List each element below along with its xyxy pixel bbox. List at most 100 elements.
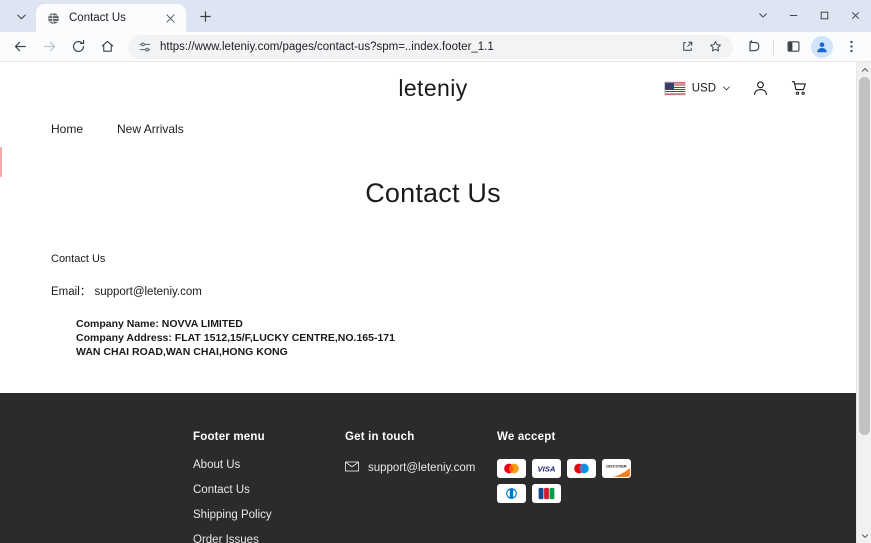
- company-address-line-1: Company Address: FLAT 1512,15/F,LUCKY CE…: [76, 331, 862, 345]
- bookmark-button[interactable]: [705, 37, 725, 57]
- contact-heading: Contact Us: [51, 253, 862, 265]
- tab-title: Contact Us: [69, 12, 154, 24]
- email-value[interactable]: support@leteniy.com: [94, 286, 201, 298]
- account-button[interactable]: [751, 79, 770, 98]
- url-text: https://www.leteniy.com/pages/contact-us…: [160, 41, 669, 53]
- close-icon: [166, 14, 175, 23]
- svg-text:VISA: VISA: [538, 465, 556, 474]
- footer-link-about-us[interactable]: About Us: [193, 459, 345, 471]
- envelope-icon: [345, 459, 359, 477]
- company-name: Company Name: NOVVA LIMITED: [76, 317, 862, 331]
- plus-icon: [199, 10, 212, 23]
- footer-touch-title: Get in touch: [345, 431, 497, 443]
- chevron-down-icon: [758, 10, 768, 20]
- main-content: Contact Us Contact Us Email： support@let…: [4, 144, 862, 359]
- diners-club-icon: [497, 484, 526, 503]
- scrollbar-thumb[interactable]: [859, 77, 870, 435]
- svg-text:DISCOVER: DISCOVER: [606, 463, 627, 468]
- close-window-button[interactable]: [840, 0, 871, 30]
- browser-menu-button[interactable]: [837, 34, 865, 60]
- back-button[interactable]: [6, 34, 34, 60]
- home-icon: [100, 39, 115, 54]
- share-button[interactable]: [677, 37, 697, 57]
- site-header: leteniy USD: [4, 62, 862, 114]
- footer-email-row[interactable]: support@leteniy.com: [345, 459, 497, 477]
- footer-email-value[interactable]: support@leteniy.com: [368, 462, 475, 474]
- share-icon: [681, 40, 694, 53]
- us-flag-icon: [664, 81, 686, 95]
- account-icon: [751, 79, 770, 98]
- globe-icon: [46, 11, 61, 26]
- scroll-up-button[interactable]: [857, 62, 871, 77]
- chevron-down-icon: [861, 532, 869, 540]
- browser-window: Contact Us: [0, 0, 871, 543]
- page-left-marker: [0, 147, 2, 177]
- currency-selector[interactable]: USD: [664, 81, 731, 95]
- extensions-icon: [747, 39, 762, 54]
- site-navigation: Home New Arrivals: [4, 114, 862, 144]
- footer-payments-column: We accept: [497, 431, 677, 543]
- side-panel-icon: [786, 39, 801, 54]
- footer-menu-column: Footer menu About Us Contact Us Shipping…: [193, 431, 345, 543]
- reload-button[interactable]: [64, 34, 92, 60]
- company-address-line-2: WAN CHAI ROAD,WAN CHAI,HONG KONG: [76, 345, 862, 359]
- minimize-button[interactable]: [778, 0, 809, 30]
- cart-icon: [790, 79, 809, 98]
- profile-avatar-icon: [815, 40, 829, 54]
- nav-item-new-arrivals[interactable]: New Arrivals: [117, 122, 184, 136]
- browser-toolbar: https://www.leteniy.com/pages/contact-us…: [0, 32, 871, 62]
- close-icon: [850, 10, 861, 21]
- toolbar-divider: [773, 39, 774, 55]
- window-controls: [747, 0, 871, 30]
- footer-accept-title: We accept: [497, 431, 677, 443]
- page-scrollbar[interactable]: [856, 62, 871, 543]
- header-actions: USD: [664, 79, 809, 98]
- mastercard-icon: [497, 459, 526, 478]
- tab-search-button[interactable]: [8, 3, 34, 29]
- nav-item-home[interactable]: Home: [51, 122, 83, 136]
- footer-link-order-issues[interactable]: Order Issues: [193, 534, 345, 543]
- back-icon: [13, 39, 28, 54]
- extensions-button[interactable]: [740, 34, 768, 60]
- site-footer: Footer menu About Us Contact Us Shipping…: [0, 393, 871, 543]
- footer-link-shipping-policy[interactable]: Shipping Policy: [193, 509, 345, 521]
- company-info: Company Name: NOVVA LIMITED Company Addr…: [51, 317, 862, 359]
- visa-icon: VISA: [532, 459, 561, 478]
- jcb-icon: [532, 484, 561, 503]
- email-label: Email：: [51, 286, 91, 298]
- contact-email-row: Email： support@leteniy.com: [51, 283, 862, 299]
- site-settings-icon[interactable]: [138, 40, 152, 54]
- chevron-down-icon: [722, 84, 731, 93]
- tab-close-button[interactable]: [162, 10, 178, 26]
- forward-icon: [42, 39, 57, 54]
- tab-strip: Contact Us: [0, 0, 871, 32]
- star-icon: [709, 40, 722, 53]
- chevron-up-icon: [861, 66, 869, 74]
- payment-icons-list: VISA: [497, 459, 632, 503]
- side-panel-button[interactable]: [779, 34, 807, 60]
- forward-button[interactable]: [35, 34, 63, 60]
- footer-menu-title: Footer menu: [193, 431, 345, 443]
- new-tab-button[interactable]: [192, 3, 218, 29]
- chevron-down-icon: [16, 11, 27, 22]
- page-viewport: leteniy USD: [0, 62, 871, 543]
- website-page: leteniy USD: [4, 62, 862, 543]
- footer-get-in-touch-column: Get in touch support@leteniy.com: [345, 431, 497, 543]
- maximize-icon: [819, 10, 830, 21]
- minimize-icon: [788, 10, 799, 21]
- profile-avatar[interactable]: [811, 36, 833, 58]
- cart-button[interactable]: [790, 79, 809, 98]
- scroll-down-button[interactable]: [857, 528, 871, 543]
- reload-icon: [71, 39, 86, 54]
- browser-tab[interactable]: Contact Us: [36, 4, 186, 32]
- home-button[interactable]: [93, 34, 121, 60]
- contact-details: Contact Us Email： support@leteniy.com Co…: [4, 209, 862, 359]
- footer-link-contact-us[interactable]: Contact Us: [193, 484, 345, 496]
- maestro-icon: [567, 459, 596, 478]
- address-bar[interactable]: https://www.leteniy.com/pages/contact-us…: [128, 35, 733, 59]
- discover-icon: DISCOVER: [602, 459, 631, 478]
- currency-label: USD: [692, 82, 716, 94]
- maximize-button[interactable]: [809, 0, 840, 30]
- tab-search-chevron-button[interactable]: [747, 0, 778, 30]
- page-title: Contact Us: [4, 178, 862, 209]
